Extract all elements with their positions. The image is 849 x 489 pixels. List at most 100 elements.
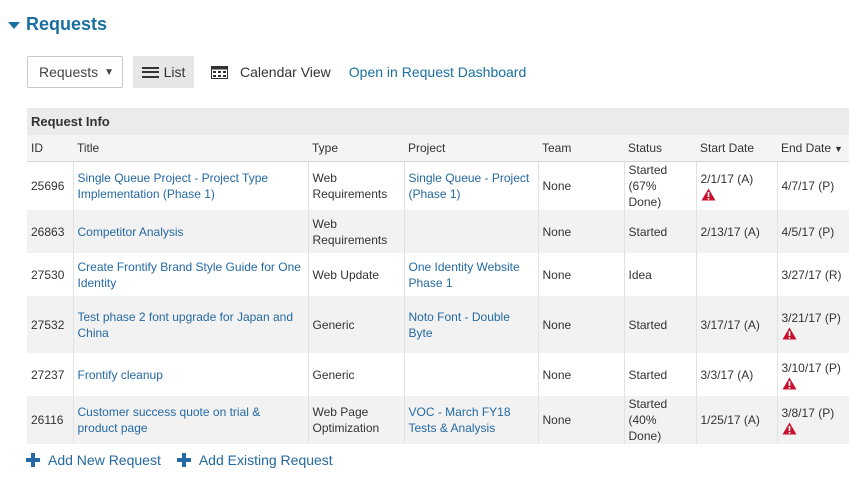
plus-icon: [26, 453, 40, 467]
request-title-link[interactable]: Test phase 2 font upgrade for Japan and …: [78, 310, 294, 340]
column-header-end-date[interactable]: End Date ▼: [777, 135, 849, 162]
request-start-date: 2/1/17 (A): [700, 172, 754, 186]
request-team: None: [542, 317, 572, 332]
request-title-cell: Frontify cleanup: [73, 353, 309, 396]
footer-actions: Add New Request Add Existing Request: [26, 452, 349, 468]
table-row: 27530 Create Frontify Brand Style Guide f…: [27, 253, 849, 296]
request-title-link[interactable]: Single Queue Project - Project Type Impl…: [78, 171, 269, 201]
request-status-cell: Started: [624, 210, 697, 253]
list-view-label: List: [163, 64, 186, 80]
warning-icon: [782, 422, 846, 435]
request-title-cell: Single Queue Project - Project Type Impl…: [73, 161, 309, 210]
request-team-cell: None: [538, 296, 625, 353]
warning-icon: [782, 327, 846, 340]
request-team-cell: None: [538, 396, 625, 444]
request-id-cell: 26116: [27, 396, 74, 444]
request-end-date: 3/8/17 (P): [781, 406, 835, 420]
request-project-link[interactable]: Single Queue - Project (Phase 1): [409, 171, 530, 201]
request-id: 27237: [31, 367, 65, 382]
request-start-date: 3/17/17 (A): [700, 317, 760, 332]
request-id: 26116: [31, 413, 64, 427]
request-id-cell: 27237: [27, 353, 74, 396]
table-group-title: Request Info: [27, 108, 849, 135]
request-team-cell: None: [538, 161, 625, 210]
request-type: Web Requirements: [312, 171, 388, 201]
column-header-status[interactable]: Status: [624, 135, 696, 162]
column-header-id[interactable]: ID: [27, 135, 73, 162]
request-id-cell: 27532: [27, 296, 74, 353]
request-type-cell: Web Page Optimization: [308, 396, 405, 444]
request-team: None: [542, 367, 572, 382]
request-start-date: 1/25/17 (A): [700, 413, 760, 427]
list-view-button[interactable]: List: [133, 56, 194, 88]
caret-down-icon[interactable]: [8, 22, 20, 29]
table-header-row: ID Title Type Project Team Status Start …: [27, 135, 849, 162]
add-new-request-link[interactable]: Add New Request: [26, 452, 161, 468]
request-status: Started: [628, 317, 668, 332]
request-end-date-cell: 3/21/17 (P): [777, 296, 849, 353]
request-type: Web Update: [312, 267, 380, 282]
request-title-link[interactable]: Create Frontify Brand Style Guide for On…: [78, 260, 301, 290]
list-icon: [141, 66, 159, 78]
request-status: Started (40% Done): [628, 397, 668, 443]
request-start-date-cell: 1/25/17 (A): [696, 396, 778, 444]
column-header-start-date[interactable]: Start Date: [696, 135, 777, 162]
requests-section-header[interactable]: Requests: [8, 14, 107, 35]
request-title-link[interactable]: Customer success quote on trial & produc…: [78, 405, 261, 435]
requests-table: Request Info ID Title Type Project Team …: [27, 108, 849, 444]
request-project-link[interactable]: VOC - March FY18 Tests & Analysis: [409, 405, 511, 435]
request-title-cell: Test phase 2 font upgrade for Japan and …: [73, 296, 309, 353]
request-end-date-cell: 3/10/17 (P): [777, 353, 849, 396]
toolbar: Requests ▼ List Calendar View Open in Re…: [27, 56, 526, 88]
calendar-view-button[interactable]: Calendar View: [211, 64, 331, 80]
request-project-link[interactable]: One Identity Website Phase 1: [409, 260, 520, 290]
add-existing-request-link[interactable]: Add Existing Request: [176, 452, 333, 468]
request-title-cell: Create Frontify Brand Style Guide for On…: [73, 253, 309, 296]
request-project-cell: Noto Font - Double Byte: [404, 296, 539, 353]
request-project-cell: [404, 210, 539, 253]
column-header-type[interactable]: Type: [308, 135, 404, 162]
warning-icon: [782, 377, 846, 390]
request-id: 27532: [31, 317, 65, 332]
request-team: None: [542, 413, 572, 427]
request-team: None: [542, 267, 572, 282]
sort-desc-icon[interactable]: ▼: [834, 144, 843, 154]
request-team-cell: None: [538, 210, 625, 253]
request-project-link[interactable]: Noto Font - Double Byte: [409, 310, 510, 340]
view-select-value: Requests: [39, 64, 99, 80]
request-type-cell: Generic: [308, 296, 405, 353]
request-end-date: 4/7/17 (P): [781, 179, 835, 193]
section-title: Requests: [26, 14, 108, 34]
request-team: None: [542, 179, 572, 193]
request-start-date-cell: 3/17/17 (A): [696, 296, 778, 353]
request-type-cell: Web Requirements: [308, 210, 405, 253]
column-header-project[interactable]: Project: [404, 135, 538, 162]
request-end-date-cell: 4/5/17 (P): [777, 210, 849, 253]
request-id-cell: 27530: [27, 253, 74, 296]
column-header-title[interactable]: Title: [73, 135, 308, 162]
end-date-label: End Date: [781, 141, 832, 155]
add-new-request-label: Add New Request: [48, 452, 161, 468]
request-title-cell: Competitor Analysis: [73, 210, 309, 253]
request-title-link[interactable]: Frontify cleanup: [78, 368, 163, 382]
request-start-date: 3/3/17 (A): [700, 367, 754, 382]
request-type: Web Page Optimization: [312, 405, 380, 435]
request-type-cell: Web Requirements: [308, 161, 405, 210]
table-row: 25696 Single Queue Project - Project Type…: [27, 161, 849, 210]
column-header-team[interactable]: Team: [538, 135, 624, 162]
table-row: 27532 Test phase 2 font upgrade for Japan…: [27, 296, 849, 353]
request-status: Idea: [628, 267, 652, 282]
request-start-date-cell: 3/3/17 (A): [696, 353, 778, 396]
table-row: 26116 Customer success quote on trial & p…: [27, 396, 849, 444]
request-id-cell: 26863: [27, 210, 74, 253]
request-title-link[interactable]: Competitor Analysis: [78, 225, 184, 239]
open-dashboard-link[interactable]: Open in Request Dashboard: [349, 64, 526, 80]
request-title-cell: Customer success quote on trial & produc…: [73, 396, 309, 444]
request-status-cell: Started (67% Done): [624, 161, 697, 210]
table-row: 26863 Competitor Analysis Web Requirements…: [27, 210, 849, 253]
request-project-cell: [404, 353, 539, 396]
view-select[interactable]: Requests ▼: [27, 56, 123, 88]
request-status: Started (67% Done): [628, 163, 668, 209]
request-project-cell: Single Queue - Project (Phase 1): [404, 161, 539, 210]
request-status-cell: Started: [624, 353, 697, 396]
